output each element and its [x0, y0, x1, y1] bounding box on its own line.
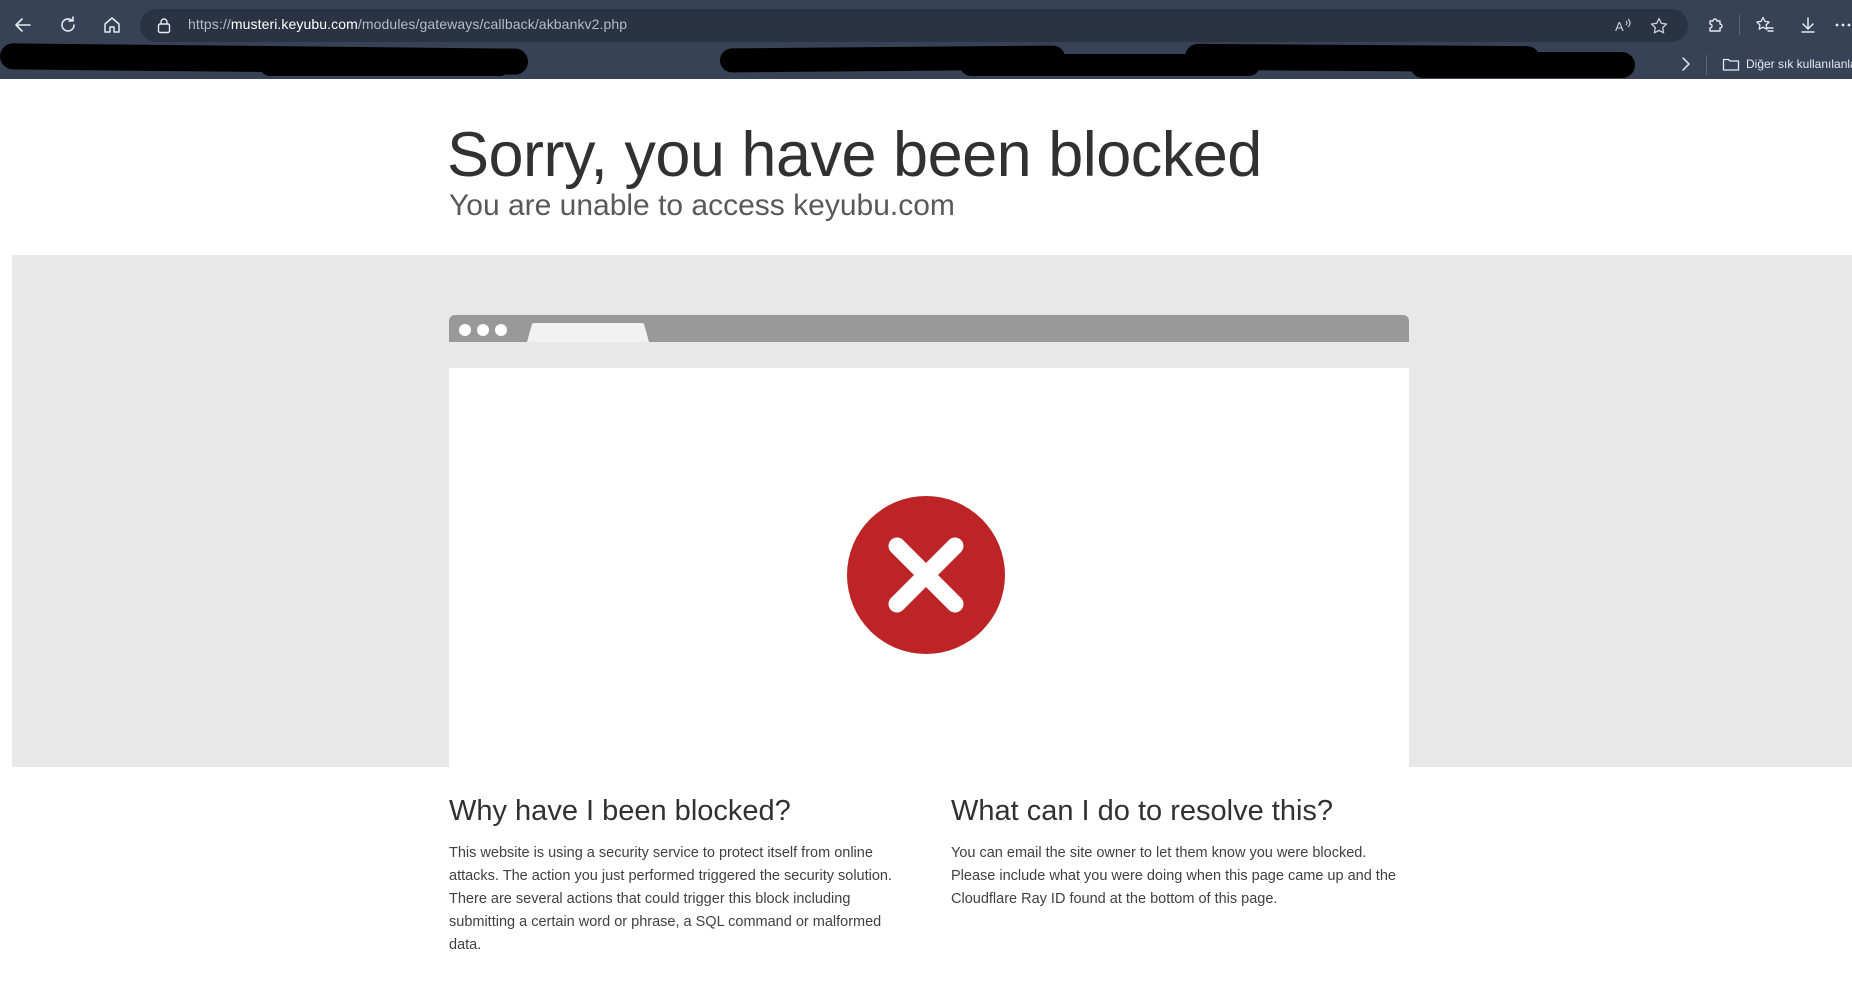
resolve-section: What can I do to resolve this? You can e…: [951, 795, 1411, 911]
block-x-icon: [847, 496, 1005, 654]
page-subtitle: You are unable to access keyubu.com: [449, 189, 955, 222]
read-aloud-icon: A: [1615, 18, 1631, 34]
back-icon: [15, 18, 31, 32]
extensions-button[interactable]: [1703, 12, 1729, 38]
downloads-button[interactable]: [1795, 12, 1821, 38]
other-favorites-label: Diğer sık kullanılanlar: [1746, 57, 1852, 71]
chevron-right-icon[interactable]: [1676, 54, 1696, 74]
back-button[interactable]: [8, 10, 38, 40]
svg-text:A: A: [1615, 19, 1624, 34]
other-favorites-folder[interactable]: Diğer sık kullanılanlar: [1722, 53, 1852, 75]
extensions-icon: [1709, 18, 1723, 32]
folder-icon: [1722, 58, 1740, 71]
more-icon: [1835, 23, 1851, 27]
url-prefix: https://: [188, 16, 231, 32]
why-blocked-text: This website is using a security service…: [449, 845, 893, 953]
refresh-icon: [61, 16, 75, 32]
mock-tab: [527, 323, 649, 342]
resolve-heading: What can I do to resolve this?: [951, 795, 1334, 827]
address-bar[interactable]: https://musteri.keyubu.com/modules/gatew…: [140, 9, 1688, 42]
mock-browser-window: [449, 368, 1409, 767]
favorite-star-icon: [1650, 17, 1668, 34]
mock-browser-bar: [449, 315, 1409, 342]
favorites-icon: [1756, 16, 1774, 32]
favorites-button[interactable]: [1752, 12, 1778, 38]
resolve-text: You can email the site owner to let them…: [951, 845, 1396, 907]
redaction-mark: [260, 56, 510, 76]
url-host: musteri.keyubu.com: [230, 16, 358, 32]
bookmarks-divider: [1706, 55, 1707, 75]
add-favorite-button[interactable]: [1648, 15, 1670, 37]
download-icon: [1801, 17, 1815, 33]
lock-icon[interactable]: [156, 17, 172, 34]
more-button[interactable]: [1830, 12, 1852, 38]
mock-window-dot: [459, 324, 471, 336]
why-blocked-section: Why have I been blocked? This website is…: [449, 795, 899, 957]
home-icon: [104, 17, 120, 33]
page-header: Sorry, you have been blocked You are una…: [0, 79, 1852, 255]
mock-window-dot: [495, 324, 507, 336]
mock-window-dot: [477, 324, 489, 336]
redaction-mark: [1410, 52, 1635, 78]
url-text[interactable]: https://musteri.keyubu.com/modules/gatew…: [188, 16, 627, 32]
read-aloud-button[interactable]: A: [1612, 15, 1634, 37]
browser-toolbar: https://musteri.keyubu.com/modules/gatew…: [0, 0, 1852, 50]
refresh-button[interactable]: [53, 10, 83, 40]
why-blocked-heading: Why have I been blocked?: [449, 795, 791, 827]
toolbar-divider: [1739, 15, 1740, 35]
bookmarks-bar: Diğer sık kullanılanlar: [0, 43, 1852, 79]
url-path: /modules/gateways/callback/akbankv2.php: [357, 16, 628, 32]
home-button[interactable]: [97, 10, 127, 40]
page-title: Sorry, you have been blocked: [447, 120, 1262, 190]
